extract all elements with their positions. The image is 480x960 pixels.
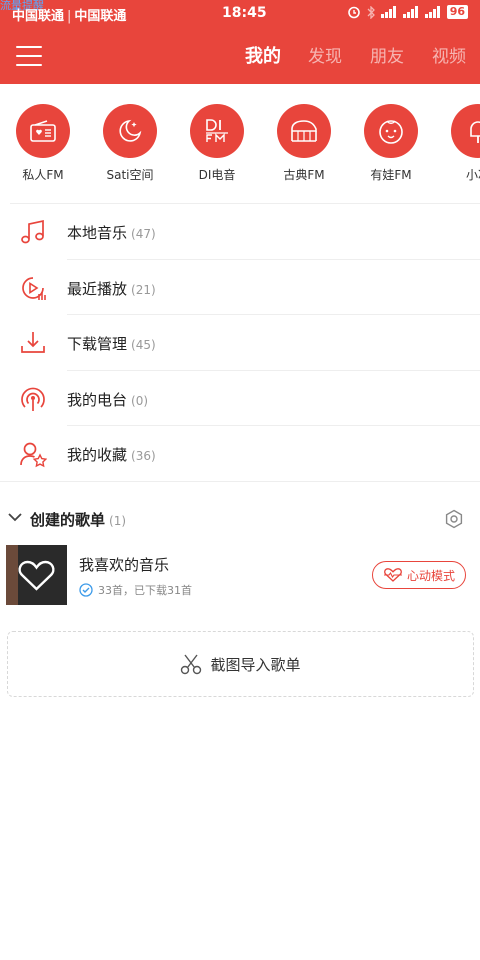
recent-play-icon (22, 276, 46, 300)
menu-label: 我的收藏 (67, 446, 128, 464)
carrier-info: 中国联通 | 中国联通 (12, 9, 127, 24)
menu-label: 本地音乐 (67, 224, 128, 242)
section-title: 创建的歌单 (30, 511, 106, 529)
moon-icon (103, 104, 157, 158)
tab-video[interactable]: 视频 (418, 42, 480, 68)
menu-count: (45) (131, 338, 156, 352)
carrier-1: 中国联通 (12, 9, 65, 24)
menu-local-music[interactable]: 本地音乐 (47) (0, 204, 480, 260)
menu-count: (36) (131, 449, 156, 463)
channel-di-edm[interactable]: DI电音 (177, 104, 257, 183)
ice-cream-icon (451, 104, 480, 158)
di-fm-icon (190, 104, 244, 158)
top-nav: 我的 发现 朋友 视频 (0, 28, 480, 84)
menu-label: 最近播放 (67, 279, 128, 298)
bluetooth-icon (367, 5, 375, 19)
menu-recent-play[interactable]: 最近播放 (21) (0, 260, 480, 315)
channel-label: DI电音 (198, 168, 236, 182)
status-time: 18:45 (222, 5, 267, 21)
signal-icon-3 (424, 6, 440, 18)
signal-icon-1 (380, 6, 396, 18)
import-label: 截图导入歌单 (210, 655, 301, 674)
channel-classical-fm[interactable]: 古典FM (264, 104, 344, 183)
status-icons: 96 (347, 5, 468, 19)
channel-label: Sati空间 (106, 168, 154, 182)
my-music-menu: 本地音乐 (47) 最近播放 (21) 下载管理 (45) 我的电台 (0) 我的收藏(… (0, 204, 480, 482)
heart-icon (18, 560, 55, 591)
menu-count: (0) (131, 393, 149, 408)
battery-level: 96 (446, 5, 468, 19)
menu-icon[interactable] (16, 46, 42, 66)
chevron-down-icon[interactable] (8, 512, 22, 522)
tab-mine[interactable]: 我的 (232, 42, 294, 68)
alarm-icon (347, 6, 360, 19)
channel-label: 有娃FM (370, 168, 412, 182)
status-bar: 流量提醒 中国联通 | 中国联通 18:45 96 (0, 0, 480, 28)
piano-icon (277, 104, 331, 158)
signal-icon-2 (402, 6, 418, 18)
app-header: 流量提醒 中国联通 | 中国联通 18:45 96 我的 发现 朋友 视频 (0, 0, 480, 84)
menu-my-radio[interactable]: 我的电台 (0) (0, 371, 480, 426)
settings-icon[interactable] (444, 509, 464, 529)
scissors-icon (181, 654, 202, 675)
channel-label: 古典FM (283, 168, 325, 182)
baby-face-icon (364, 104, 418, 158)
channel-xiaobing[interactable]: 小冰 (438, 104, 480, 183)
menu-my-favorites[interactable]: 我的收藏 (36) (0, 426, 480, 482)
playlist-cover (6, 545, 67, 605)
heartbeat-icon (383, 568, 402, 582)
menu-label: 下载管理 (67, 335, 128, 353)
download-icon (21, 332, 45, 353)
channel-row: 私人FM Sati空间 DI电音 古典FM 有娃FM 小冰 (0, 104, 480, 194)
nav-tabs: 我的 发现 朋友 视频 (232, 42, 480, 68)
channel-label: 私人FM (22, 168, 64, 182)
import-from-screenshot-button[interactable]: 截图导入歌单 (7, 631, 474, 697)
menu-count: (47) (131, 227, 156, 241)
section-count: (1) (109, 514, 127, 528)
channel-private-fm[interactable]: 私人FM (3, 104, 83, 183)
menu-count: (21) (131, 282, 156, 297)
channel-label: 小冰 (465, 168, 480, 182)
created-playlists-header[interactable]: 创建的歌单 (1) (0, 500, 480, 538)
tab-friends[interactable]: 朋友 (356, 42, 418, 68)
downloaded-check-icon (79, 583, 93, 597)
menu-label: 我的电台 (67, 390, 128, 409)
playlist-favorite-music[interactable]: 我喜欢的音乐 33首，已下载31首 心动模式 (0, 544, 480, 606)
heart-mode-label: 心动模式 (406, 568, 455, 583)
menu-download-manager[interactable]: 下载管理 (45) (0, 315, 480, 371)
tab-discover[interactable]: 发现 (294, 42, 356, 68)
user-star-icon (20, 442, 47, 468)
playlist-subtitle: 33首，已下载31首 (98, 584, 192, 597)
channel-sati-space[interactable]: Sati空间 (90, 104, 170, 183)
carrier-2: 中国联通 (74, 9, 127, 24)
radio-icon (16, 104, 70, 158)
music-note-icon (21, 219, 44, 244)
channel-kids-fm[interactable]: 有娃FM (351, 104, 431, 183)
playlist-title: 我喜欢的音乐 (79, 556, 170, 574)
heart-mode-button[interactable]: 心动模式 (372, 561, 466, 589)
radio-station-icon (21, 387, 45, 411)
